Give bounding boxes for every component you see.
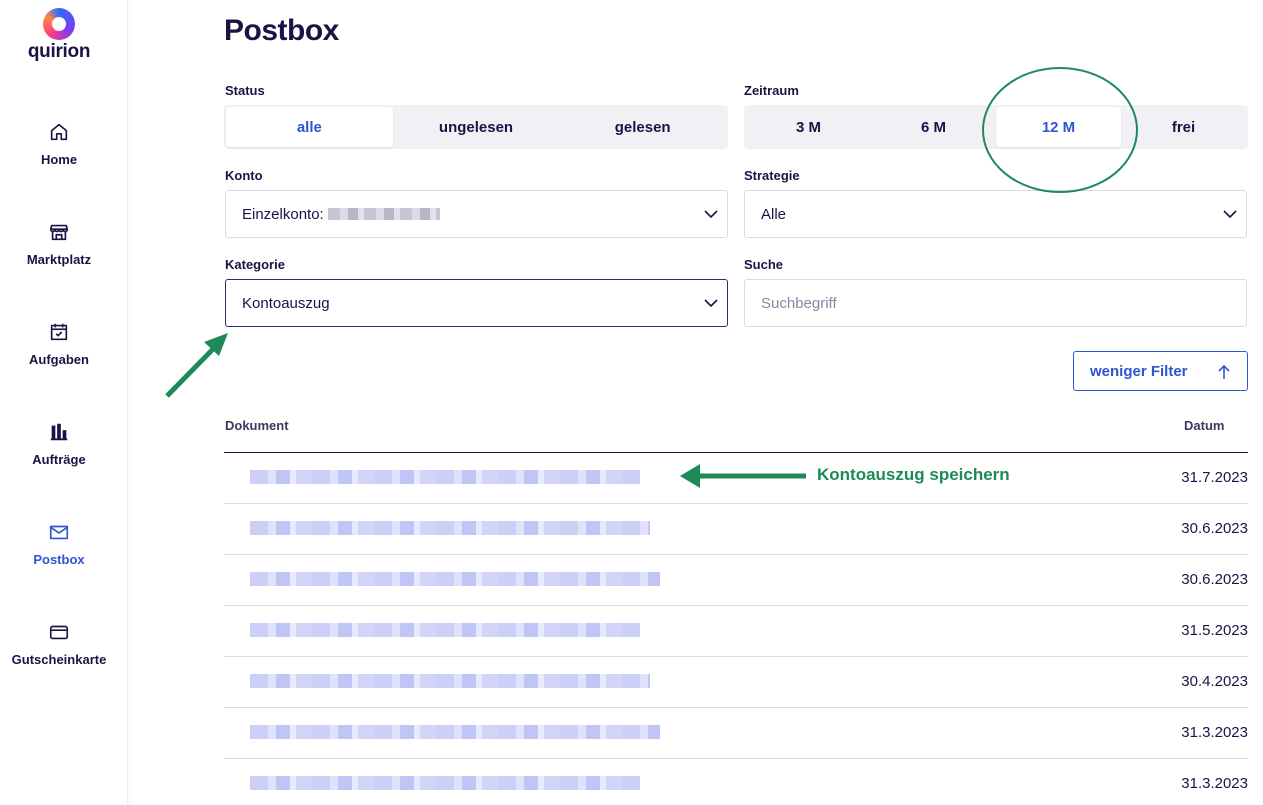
redacted-account-number: [327, 208, 440, 220]
konto-label: Konto: [225, 168, 263, 183]
logo-mark-icon: [43, 8, 75, 40]
redacted-document-link[interactable]: [250, 776, 640, 790]
status-label: Status: [225, 83, 265, 98]
kategorie-label: Kategorie: [225, 257, 285, 272]
annotation-label: Kontoauszug speichern: [817, 465, 1010, 484]
column-header-document: Dokument: [225, 418, 289, 433]
logo[interactable]: quirion: [0, 8, 118, 63]
card-icon: [49, 625, 69, 640]
chevron-down-icon: [1223, 210, 1237, 219]
bar-chart-icon: [50, 423, 68, 441]
row-date: 31.7.2023: [1181, 469, 1248, 486]
strategie-select-value: Alle: [761, 205, 787, 223]
row-date: 31.3.2023: [1181, 724, 1248, 741]
sidebar-item-label: Marktplatz: [26, 252, 92, 267]
redacted-document-link[interactable]: [250, 725, 660, 739]
redacted-document-link[interactable]: [250, 623, 640, 637]
sidebar-item-label: Postbox: [33, 552, 85, 567]
mail-icon: [49, 525, 69, 540]
zeitraum-label: Zeitraum: [744, 83, 799, 98]
sidebar-item-marktplatz[interactable]: Marktplatz: [0, 221, 118, 267]
kategorie-select[interactable]: Kontoauszug: [225, 279, 728, 327]
sidebar-item-label: Home: [40, 152, 78, 167]
status-option-gelesen[interactable]: gelesen: [559, 107, 726, 147]
table-row[interactable]: 31.3.2023: [224, 708, 1248, 759]
search-input[interactable]: [744, 279, 1247, 327]
page-title: Postbox: [224, 14, 339, 47]
zeitraum-option-6m[interactable]: 6 M: [871, 107, 996, 147]
table-row[interactable]: 30.6.2023: [224, 555, 1248, 606]
chevron-down-icon: [704, 210, 718, 219]
redacted-document-link[interactable]: [250, 521, 650, 535]
table-row[interactable]: 30.6.2023: [224, 504, 1248, 555]
row-date: 30.4.2023: [1181, 673, 1248, 690]
home-icon: [50, 123, 68, 141]
sidebar-item-auftraege[interactable]: Aufträge: [0, 421, 118, 467]
redacted-document-link[interactable]: [250, 674, 650, 688]
table-row[interactable]: 31.5.2023: [224, 606, 1248, 657]
strategie-label: Strategie: [744, 168, 800, 183]
redacted-document-link[interactable]: [250, 572, 660, 586]
table-row[interactable]: 31.7.2023: [224, 453, 1248, 504]
sidebar-item-label: Gutscheinkarte: [11, 652, 107, 667]
zeitraum-option-12m[interactable]: 12 M: [996, 107, 1121, 147]
status-option-alle[interactable]: alle: [226, 107, 393, 147]
sidebar-item-label: Aufträge: [32, 452, 86, 467]
column-header-date: Datum: [1184, 418, 1225, 433]
sidebar: quirion Home Marktplatz Aufgaben Aufträg…: [0, 0, 128, 805]
zeitraum-segmented-control: 3 M 6 M 12 M frei: [744, 105, 1248, 149]
row-date: 30.6.2023: [1181, 571, 1248, 588]
row-date: 31.3.2023: [1181, 775, 1248, 792]
sidebar-item-home[interactable]: Home: [0, 121, 118, 167]
row-date: 31.5.2023: [1181, 622, 1248, 639]
store-icon: [49, 224, 69, 241]
konto-select[interactable]: Einzelkonto:: [225, 190, 728, 238]
sidebar-item-gutscheinkarte[interactable]: Gutscheinkarte: [0, 621, 118, 667]
zeitraum-option-frei[interactable]: frei: [1121, 107, 1246, 147]
table-row[interactable]: 30.4.2023: [224, 657, 1248, 708]
sidebar-item-aufgaben[interactable]: Aufgaben: [0, 321, 118, 367]
row-date: 30.6.2023: [1181, 520, 1248, 537]
toggle-filters-button[interactable]: weniger Filter: [1073, 351, 1248, 391]
arrow-up-icon: [1218, 364, 1230, 379]
logo-text: quirion: [27, 41, 91, 62]
sidebar-item-label: Aufgaben: [29, 352, 89, 367]
zeitraum-option-3m[interactable]: 3 M: [746, 107, 871, 147]
kategorie-select-value: Kontoauszug: [242, 294, 330, 312]
redacted-document-link[interactable]: [250, 470, 640, 484]
toggle-filters-label: weniger Filter: [1090, 362, 1188, 380]
status-option-ungelesen[interactable]: ungelesen: [393, 107, 560, 147]
annotation-arrow-kategorie: [165, 333, 228, 398]
table-row[interactable]: 31.3.2023: [224, 759, 1248, 805]
chevron-down-icon: [704, 299, 718, 308]
konto-select-value: Einzelkonto:: [242, 205, 324, 223]
suche-label: Suche: [744, 257, 784, 272]
status-segmented-control: alle ungelesen gelesen: [224, 105, 728, 149]
calendar-check-icon: [50, 323, 68, 341]
sidebar-item-postbox[interactable]: Postbox: [0, 521, 118, 567]
strategie-select[interactable]: Alle: [744, 190, 1247, 238]
